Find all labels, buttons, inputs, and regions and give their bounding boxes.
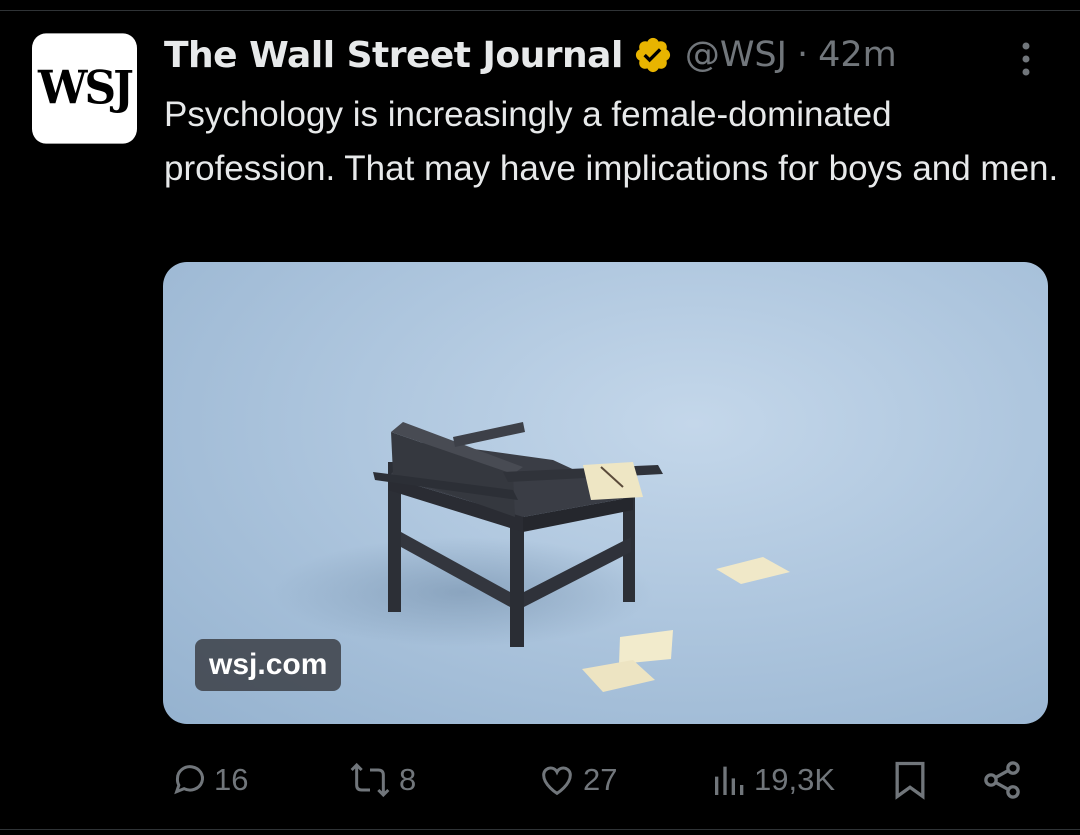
bottom-divider xyxy=(0,829,1080,830)
separator-dot: · xyxy=(796,35,809,75)
repost-button[interactable]: 8 xyxy=(345,750,416,810)
more-options-icon[interactable] xyxy=(1014,40,1038,80)
like-icon xyxy=(542,766,572,796)
share-button[interactable] xyxy=(980,750,1028,810)
bookmark-icon xyxy=(895,761,925,800)
timestamp[interactable]: 42m xyxy=(818,35,897,75)
views-button[interactable]: 19,3K xyxy=(710,750,835,810)
avatar[interactable]: WSJ xyxy=(32,33,137,144)
repost-icon xyxy=(350,762,390,798)
tweet-text: Psychology is increasingly a female-domi… xyxy=(164,95,1059,188)
reply-icon xyxy=(174,765,204,795)
action-bar: 16 8 27 19,3K xyxy=(0,750,1080,810)
bookmark-button[interactable] xyxy=(888,750,936,810)
reply-count: 16 xyxy=(214,762,249,797)
repost-count: 8 xyxy=(399,762,417,797)
reply-button[interactable]: 16 xyxy=(170,750,248,810)
tweet-media-image[interactable]: wsj.com xyxy=(163,262,1048,724)
author-handle[interactable]: @WSJ xyxy=(685,35,787,75)
avatar-text: WSJ xyxy=(37,61,134,116)
like-count: 27 xyxy=(583,762,618,797)
tweet-header: The Wall Street Journal @WSJ · 42m xyxy=(164,30,897,80)
top-divider xyxy=(0,10,1080,11)
views-count: 19,3K xyxy=(754,762,836,797)
share-icon xyxy=(984,761,1020,799)
views-icon xyxy=(715,766,744,795)
verified-badge-icon[interactable] xyxy=(633,35,673,75)
like-button[interactable]: 27 xyxy=(535,750,617,810)
author-name[interactable]: The Wall Street Journal xyxy=(164,35,623,76)
link-domain-badge[interactable]: wsj.com xyxy=(195,639,342,691)
